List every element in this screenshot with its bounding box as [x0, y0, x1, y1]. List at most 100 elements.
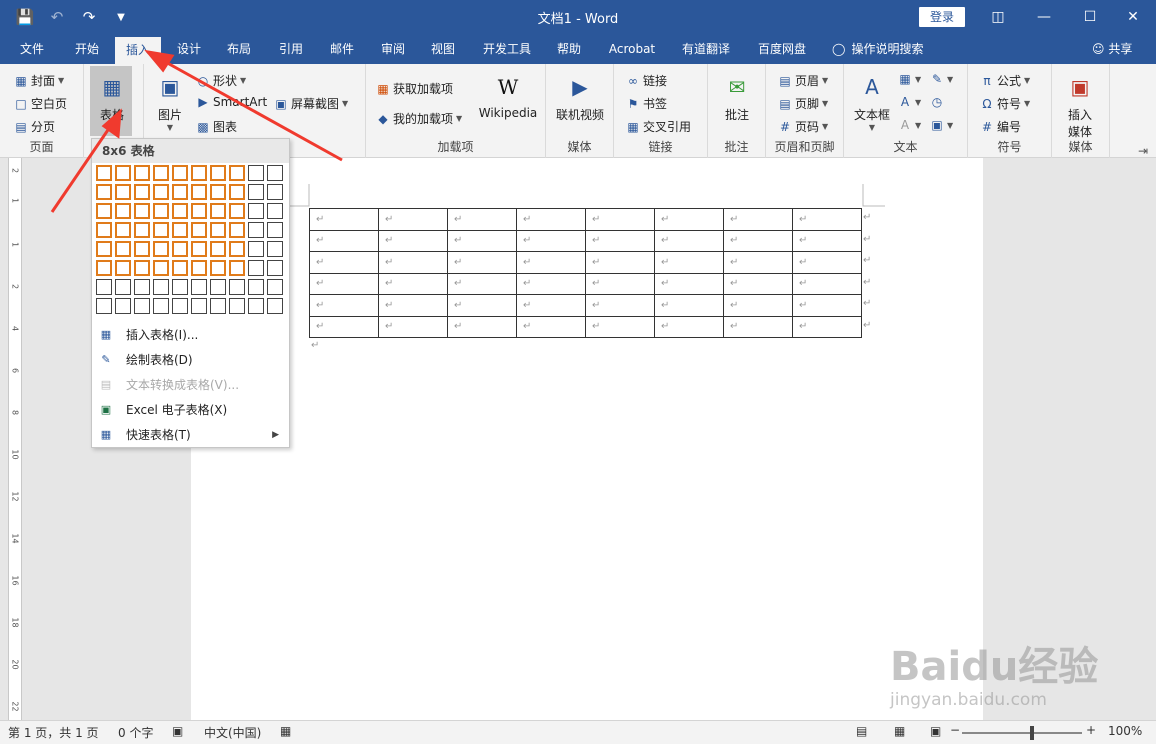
grid-cell[interactable]: [229, 279, 245, 295]
tab-review[interactable]: 审阅: [372, 34, 414, 64]
table-cell[interactable]: ↵: [585, 208, 655, 231]
grid-cell[interactable]: [267, 165, 283, 181]
grid-cell[interactable]: [191, 222, 207, 238]
print-layout-icon[interactable]: ▦: [894, 724, 905, 738]
grid-cell[interactable]: [248, 184, 264, 200]
grid-cell[interactable]: [96, 222, 112, 238]
grid-cell[interactable]: [172, 279, 188, 295]
grid-cell[interactable]: [134, 203, 150, 219]
quick-tables-item[interactable]: ▦ 快速表格(T) ▶: [92, 422, 289, 447]
macro-icon[interactable]: ▦: [280, 724, 291, 738]
table-cell[interactable]: ↵: [654, 208, 724, 231]
get-addins-button[interactable]: ▦ 获取加载项: [376, 80, 453, 97]
grid-cell[interactable]: [115, 279, 131, 295]
vertical-scrollbar[interactable]: [1138, 158, 1156, 720]
grid-cell[interactable]: [210, 184, 226, 200]
minimize-icon[interactable]: —: [1021, 0, 1067, 34]
table-cell[interactable]: ↵: [309, 272, 379, 295]
tab-baidu-netdisk[interactable]: 百度网盘: [748, 34, 816, 64]
zoom-out-button[interactable]: −: [950, 723, 960, 737]
table-cell[interactable]: ↵: [447, 272, 517, 295]
footer-button[interactable]: ▤ 页脚 ▼: [778, 95, 828, 112]
dropcap-button[interactable]: A ▼: [898, 118, 921, 132]
link-button[interactable]: ∞ 链接: [626, 72, 667, 89]
table-cell[interactable]: ↵: [447, 229, 517, 252]
table-cell[interactable]: ↵: [792, 294, 862, 317]
grid-cell[interactable]: [267, 241, 283, 257]
ribbon-display-icon[interactable]: ◫: [975, 0, 1021, 34]
table-cell[interactable]: ↵: [723, 294, 793, 317]
grid-cell[interactable]: [248, 298, 264, 314]
table-cell[interactable]: ↵: [447, 208, 517, 231]
grid-cell[interactable]: [267, 298, 283, 314]
table-cell[interactable]: ↵: [654, 229, 724, 252]
table-cell[interactable]: ↵: [792, 272, 862, 295]
tab-acrobat[interactable]: Acrobat: [602, 34, 662, 64]
tab-youdao[interactable]: 有道翻译: [672, 34, 740, 64]
grid-cell[interactable]: [191, 203, 207, 219]
table-cell[interactable]: ↵: [723, 229, 793, 252]
grid-cell[interactable]: [153, 165, 169, 181]
table-cell[interactable]: ↵: [654, 315, 724, 338]
grid-cell[interactable]: [172, 184, 188, 200]
grid-cell[interactable]: [153, 222, 169, 238]
grid-cell[interactable]: [210, 260, 226, 276]
table-grid-picker[interactable]: [96, 165, 286, 317]
table-cell[interactable]: ↵: [723, 315, 793, 338]
header-button[interactable]: ▤ 页眉 ▼: [778, 72, 828, 89]
share-button[interactable]: ☺ 共享: [1092, 34, 1132, 64]
table-cell[interactable]: ↵: [516, 251, 586, 274]
tab-design[interactable]: 设计: [168, 34, 210, 64]
symbol-button[interactable]: Ω 符号 ▼: [980, 95, 1030, 112]
insert-table-item[interactable]: ▦ 插入表格(I)...: [92, 322, 289, 347]
equation-button[interactable]: π 公式 ▼: [980, 72, 1030, 89]
table-cell[interactable]: ↵: [516, 294, 586, 317]
grid-cell[interactable]: [96, 165, 112, 181]
table-cell[interactable]: ↵: [516, 229, 586, 252]
table-cell[interactable]: ↵: [447, 251, 517, 274]
grid-cell[interactable]: [191, 241, 207, 257]
grid-cell[interactable]: [153, 184, 169, 200]
grid-cell[interactable]: [115, 184, 131, 200]
grid-cell[interactable]: [96, 279, 112, 295]
grid-cell[interactable]: [134, 260, 150, 276]
table-cell[interactable]: ↵: [585, 294, 655, 317]
table-cell[interactable]: ↵: [654, 251, 724, 274]
grid-cell[interactable]: [248, 279, 264, 295]
login-button[interactable]: 登录: [919, 7, 965, 27]
zoom-in-button[interactable]: +: [1086, 723, 1096, 737]
grid-cell[interactable]: [210, 241, 226, 257]
textbox-button[interactable]: A 文本框 ▼: [852, 72, 892, 132]
cover-page-button[interactable]: ▦ 封面 ▼: [14, 72, 64, 89]
table-cell[interactable]: ↵: [654, 272, 724, 295]
table-cell[interactable]: ↵: [378, 208, 448, 231]
my-addins-button[interactable]: ◆ 我的加载项 ▼: [376, 110, 462, 127]
online-video-button[interactable]: ▶ 联机视频: [552, 72, 608, 123]
grid-cell[interactable]: [248, 165, 264, 181]
insert-media-button[interactable]: ▣ 插入 媒体: [1060, 72, 1100, 140]
grid-cell[interactable]: [134, 165, 150, 181]
grid-cell[interactable]: [267, 222, 283, 238]
tab-insert[interactable]: 插入: [115, 37, 161, 64]
table-cell[interactable]: ↵: [585, 272, 655, 295]
grid-cell[interactable]: [172, 298, 188, 314]
grid-cell[interactable]: [115, 222, 131, 238]
grid-cell[interactable]: [153, 241, 169, 257]
tab-layout[interactable]: 布局: [218, 34, 260, 64]
read-mode-icon[interactable]: ▤: [856, 724, 867, 738]
grid-cell[interactable]: [191, 184, 207, 200]
proofing-icon[interactable]: ▣: [172, 724, 183, 738]
table-cell[interactable]: ↵: [516, 208, 586, 231]
grid-cell[interactable]: [229, 203, 245, 219]
object-button[interactable]: ▣ ▼: [930, 118, 953, 132]
grid-cell[interactable]: [96, 184, 112, 200]
grid-cell[interactable]: [134, 298, 150, 314]
table-cell[interactable]: ↵: [585, 315, 655, 338]
table-cell[interactable]: ↵: [447, 315, 517, 338]
table-cell[interactable]: ↵: [723, 251, 793, 274]
table-cell[interactable]: ↵: [792, 208, 862, 231]
grid-cell[interactable]: [96, 298, 112, 314]
tab-file[interactable]: 文件: [10, 34, 54, 64]
table-cell[interactable]: ↵: [723, 272, 793, 295]
wikipedia-button[interactable]: W Wikipedia: [476, 72, 540, 120]
